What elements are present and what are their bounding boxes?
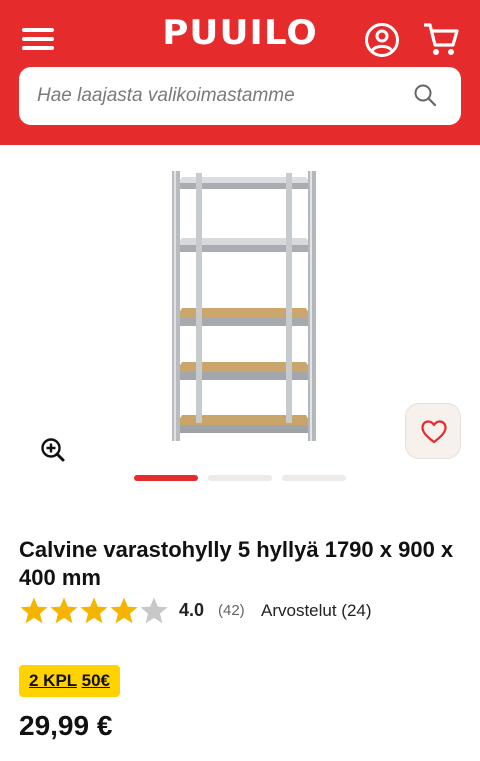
rating-value: 4.0 [179,600,205,620]
zoom-button[interactable] [40,437,66,463]
star-filled-icon [80,597,108,624]
favorite-button[interactable] [405,403,461,459]
account-button[interactable] [364,22,400,58]
product-price: 29,99 € [19,710,113,741]
multibuy-qty: 2 KPL [29,671,77,690]
carousel-indicators [0,475,480,481]
menu-icon-bar [22,28,54,32]
reviews-link[interactable]: Arvostelut (24) [261,601,372,621]
star-rating-icon [20,597,168,624]
account-icon [365,23,399,57]
carousel-dot-2[interactable] [208,475,272,481]
cart-icon [424,23,459,55]
logo[interactable]: PUUILO [159,13,321,53]
star-filled-icon [50,597,78,624]
zoom-icon [41,438,65,462]
product-gallery[interactable] [0,145,480,495]
menu-button[interactable] [22,24,56,52]
star-empty-icon [140,597,168,624]
star-filled-icon [20,597,48,624]
multibuy-badge[interactable]: 2 KPL 50€ [19,665,120,697]
star-filled-icon [110,597,138,624]
site-header: PUUILO Hae laajasta valikoimastamme [0,0,480,145]
search-input[interactable]: Hae laajasta valikoimastamme [19,67,461,125]
rating-count: (42) [218,602,245,619]
menu-icon-bar [22,46,54,50]
heart-icon [421,420,447,444]
cart-button[interactable] [422,20,460,58]
search-placeholder: Hae laajasta valikoimastamme [37,85,295,106]
carousel-dot-1[interactable] [134,475,198,481]
multibuy-price: 50€ [81,671,110,690]
product-rating: 4.0 (42) Arvostelut (24) [19,596,459,628]
product-image [172,171,316,441]
carousel-dot-3[interactable] [282,475,346,481]
product-title: Calvine varastohylly 5 hyllyä 1790 x 900… [19,537,454,590]
search-icon[interactable] [413,83,437,107]
menu-icon-bar [22,37,54,41]
